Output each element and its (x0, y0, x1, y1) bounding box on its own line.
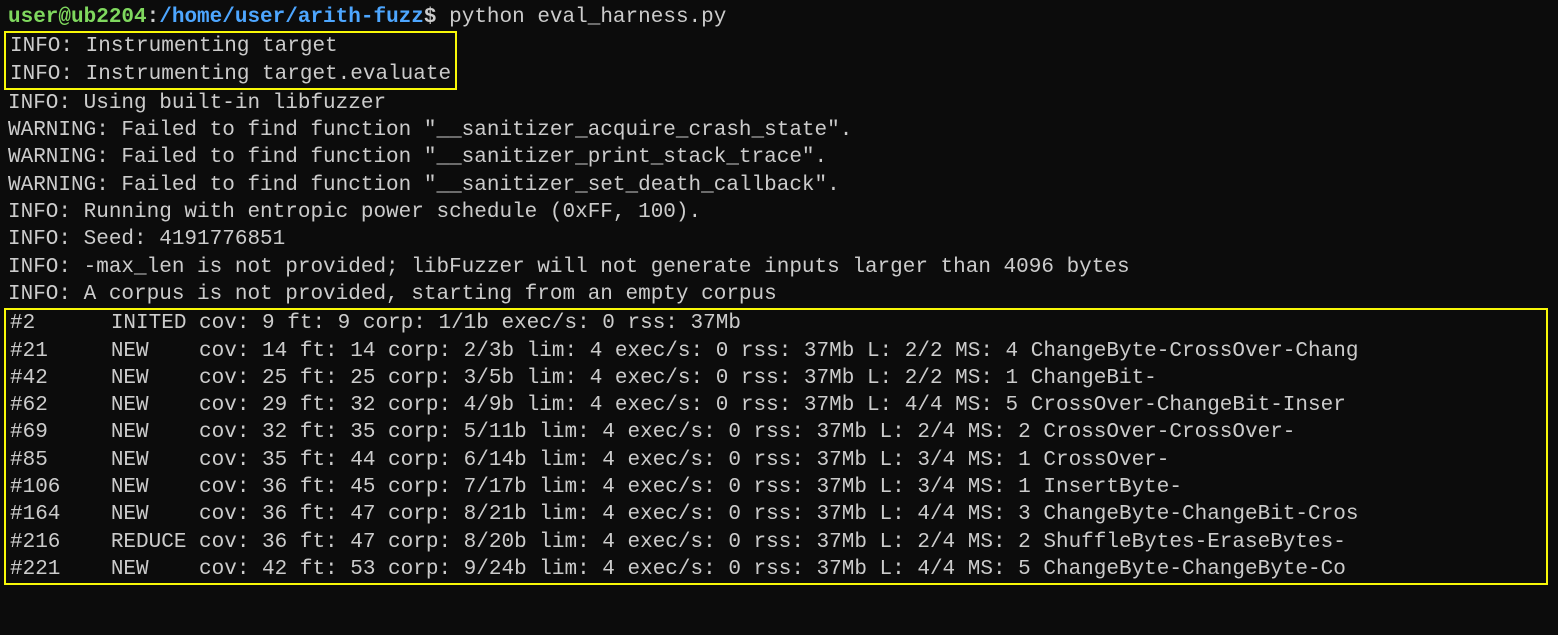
command-input[interactable]: python eval_harness.py (449, 4, 726, 31)
log-line: INFO: Using built-in libfuzzer (8, 90, 1550, 117)
fuzz-stat-line: #2 INITED cov: 9 ft: 9 corp: 1/1b exec/s… (10, 310, 1542, 337)
prompt-colon: : (147, 4, 160, 31)
fuzz-stat-line: #42 NEW cov: 25 ft: 25 corp: 3/5b lim: 4… (10, 365, 1542, 392)
log-line: INFO: A corpus is not provided, starting… (8, 281, 1550, 308)
fuzz-stat-line: #69 NEW cov: 32 ft: 35 corp: 5/11b lim: … (10, 419, 1542, 446)
fuzz-stat-line: #21 NEW cov: 14 ft: 14 corp: 2/3b lim: 4… (10, 338, 1542, 365)
log-line: WARNING: Failed to find function "__sani… (8, 117, 1550, 144)
log-line: INFO: Seed: 4191776851 (8, 226, 1550, 253)
log-line: INFO: Running with entropic power schedu… (8, 199, 1550, 226)
fuzz-stat-line: #221 NEW cov: 42 ft: 53 corp: 9/24b lim:… (10, 556, 1542, 583)
log-line: WARNING: Failed to find function "__sani… (8, 172, 1550, 199)
fuzz-stat-line: #62 NEW cov: 29 ft: 32 corp: 4/9b lim: 4… (10, 392, 1542, 419)
prompt-user-host: user@ub2204 (8, 4, 147, 31)
log-line: INFO: -max_len is not provided; libFuzze… (8, 254, 1550, 281)
fuzz-stat-line: #164 NEW cov: 36 ft: 47 corp: 8/21b lim:… (10, 501, 1542, 528)
fuzz-stat-line: #85 NEW cov: 35 ft: 44 corp: 6/14b lim: … (10, 447, 1542, 474)
prompt-dollar: $ (424, 4, 449, 31)
highlight-instrumenting-box: INFO: Instrumenting target INFO: Instrum… (4, 31, 457, 90)
shell-prompt-line: user@ub2204:/home/user/arith-fuzz$ pytho… (8, 4, 1550, 31)
fuzz-stat-line: #216 REDUCE cov: 36 ft: 47 corp: 8/20b l… (10, 529, 1542, 556)
prompt-cwd: /home/user/arith-fuzz (159, 4, 424, 31)
log-line: INFO: Instrumenting target.evaluate (10, 61, 451, 88)
fuzz-stat-line: #106 NEW cov: 36 ft: 45 corp: 7/17b lim:… (10, 474, 1542, 501)
highlight-coverage-box: #2 INITED cov: 9 ft: 9 corp: 1/1b exec/s… (4, 308, 1548, 585)
log-line: WARNING: Failed to find function "__sani… (8, 144, 1550, 171)
log-line: INFO: Instrumenting target (10, 33, 451, 60)
